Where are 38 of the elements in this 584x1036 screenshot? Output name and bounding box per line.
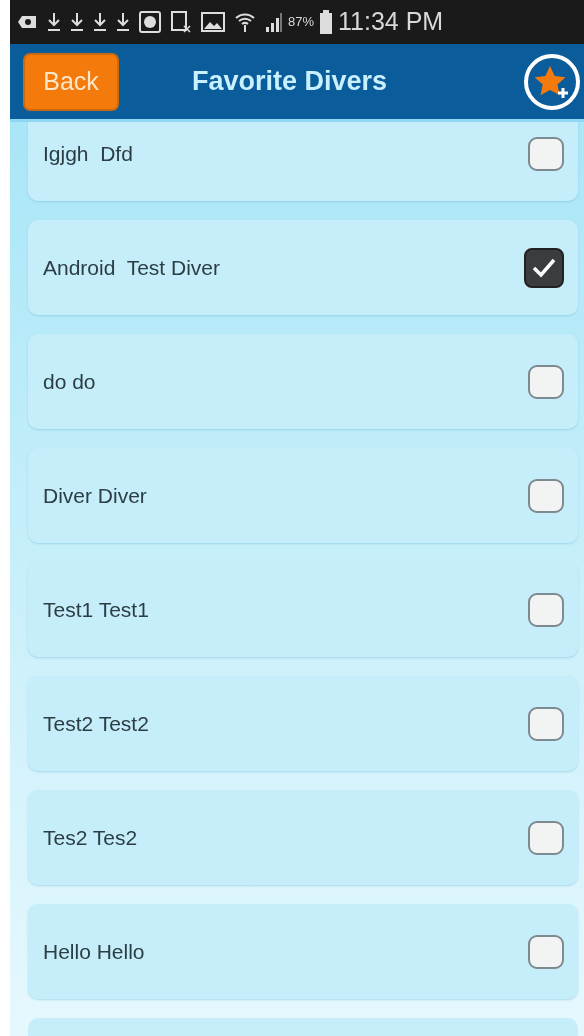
diver-name: Tes2 Tes2	[43, 824, 138, 851]
add-favorite-button[interactable]	[524, 53, 580, 110]
diver-row[interactable]: Diver Diver	[28, 448, 578, 543]
checkbox[interactable]	[528, 706, 564, 741]
diver-row[interactable]: Test1 Test1	[28, 562, 578, 657]
image-icon	[201, 12, 225, 32]
download-icon	[93, 12, 107, 32]
diver-name: Test1 Test1	[43, 596, 149, 623]
download-icon	[116, 12, 130, 32]
battery-percentage: 87%	[288, 13, 315, 32]
diver-row[interactable]: Hello Hello	[28, 904, 578, 999]
signal-icon	[265, 12, 283, 32]
checkbox[interactable]	[528, 136, 564, 171]
page-title: Favorite Divers	[192, 65, 388, 99]
diver-row[interactable]: Tes2 Tes2	[28, 790, 578, 885]
checkbox[interactable]	[528, 364, 564, 399]
battery-icon	[319, 10, 334, 34]
wifi-icon	[234, 11, 256, 33]
checkmark-icon	[531, 256, 557, 279]
checkbox[interactable]	[528, 592, 564, 627]
download-icon	[70, 12, 84, 32]
diver-name: Diver Diver	[43, 482, 147, 509]
checkbox[interactable]	[524, 247, 564, 288]
diver-name: do do	[43, 368, 96, 395]
diver-name: Android Test Diver	[43, 254, 221, 281]
checkbox[interactable]	[528, 820, 564, 855]
diver-row[interactable]: Igjgh Dfd	[28, 122, 578, 201]
diver-row[interactable]: do do	[28, 334, 578, 429]
diver-row[interactable]: Test2 Test2	[28, 676, 578, 771]
clock-time: 11:34 PM	[338, 6, 444, 38]
download-icon	[47, 12, 61, 32]
document-icon	[170, 11, 192, 33]
checkbox[interactable]	[528, 934, 564, 969]
diver-name: Hello Hello	[43, 938, 145, 965]
diver-row[interactable]: Android Test Diver	[28, 220, 578, 315]
diver-name: Test2 Test2	[43, 710, 149, 737]
diver-name: Igjgh Dfd	[43, 140, 133, 167]
checkbox[interactable]	[528, 478, 564, 513]
